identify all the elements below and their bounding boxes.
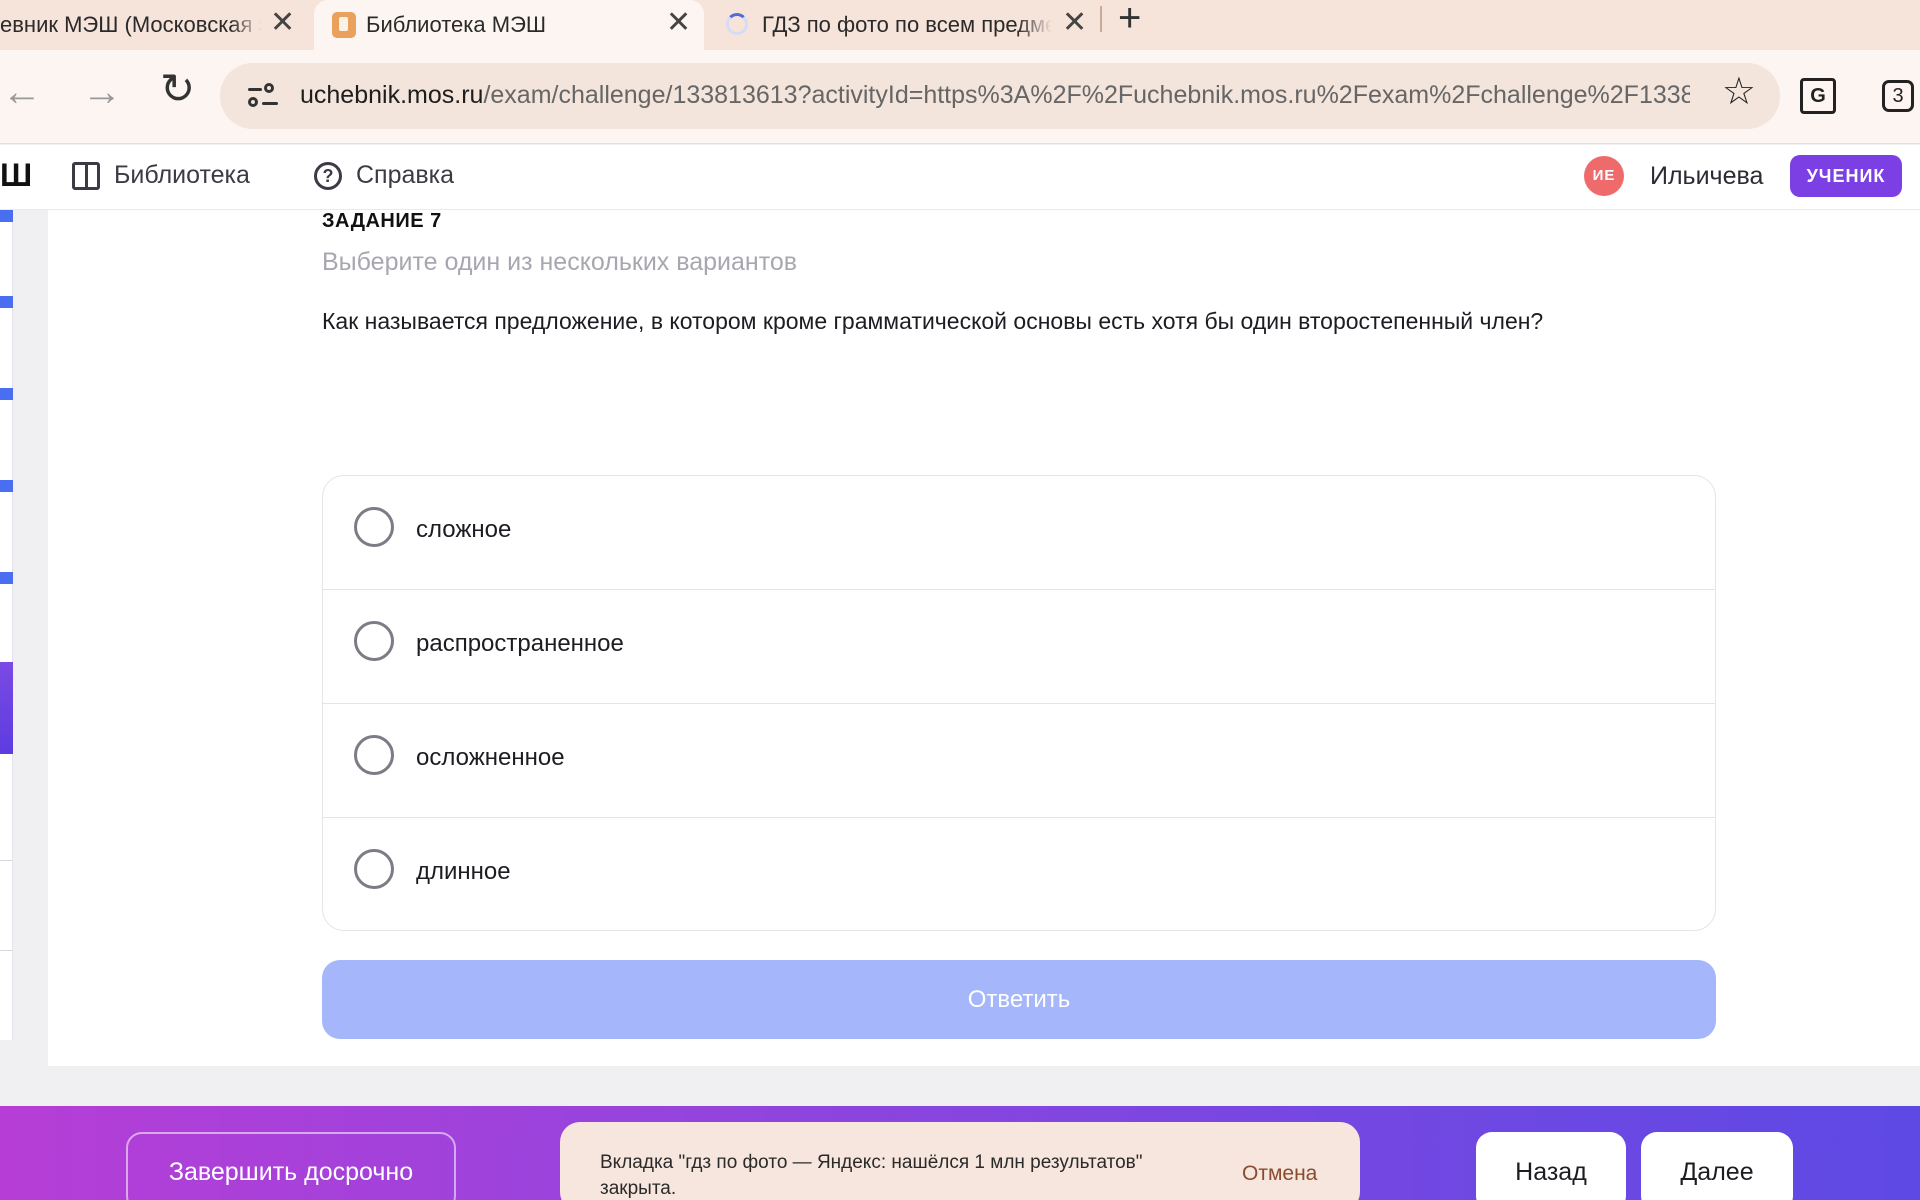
close-tab-icon[interactable]: ✕ [270, 8, 295, 38]
task-marker-answered[interactable] [0, 296, 13, 308]
nav-help[interactable]: ? Справка [314, 161, 454, 190]
nav-library-label: Библиотека [114, 161, 250, 189]
new-tab-button[interactable]: + [1118, 0, 1141, 38]
task-progress-sidebar [0, 210, 13, 1040]
radio-button[interactable] [354, 621, 394, 661]
submit-answer-button[interactable]: Ответить [322, 960, 1716, 1039]
mesh-favicon-icon [332, 12, 356, 38]
nav-library[interactable]: Библиотека [72, 161, 250, 190]
help-icon: ? [314, 161, 342, 190]
task-hint: Выберите один из нескольких вариантов [322, 248, 798, 276]
option-label: длинное [416, 858, 511, 885]
address-bar[interactable]: uchebnik.mos.ru/exam/challenge/133813613… [220, 63, 1780, 129]
back-arrow-icon[interactable]: ← [2, 72, 42, 112]
browser-tab-dnevnik[interactable]: евник МЭШ (Московская э ✕ [0, 0, 312, 50]
finish-early-button[interactable]: Завершить досрочно [126, 1132, 456, 1200]
undo-button[interactable]: Отмена [1242, 1162, 1317, 1186]
browser-tab-biblioteka[interactable]: Библиотека МЭШ ✕ [314, 0, 704, 50]
user-name[interactable]: Ильичева [1650, 162, 1763, 191]
answer-option[interactable]: сложное [323, 476, 1715, 590]
reload-icon[interactable]: ↻ [160, 68, 195, 110]
browser-tab-gdz[interactable]: ГДЗ по фото по всем предмет ✕ [716, 0, 1096, 50]
option-label: осложненное [416, 744, 565, 771]
site-settings-icon[interactable] [248, 83, 278, 109]
radio-button[interactable] [354, 849, 394, 889]
task-question: Как называется предложение, в котором кр… [322, 308, 1544, 334]
tab-title: ГДЗ по фото по всем предмет [762, 12, 1052, 37]
app-header: Ш Библиотека ? Справка ИЕ Ильичева УЧЕНИ… [0, 145, 1920, 210]
browser-tab-strip: евник МЭШ (Московская э ✕ Библиотека МЭШ… [0, 0, 1920, 50]
radio-button[interactable] [354, 735, 394, 775]
book-icon [72, 161, 100, 190]
task-marker-answered[interactable] [0, 572, 13, 584]
task-divider [0, 950, 13, 951]
radio-button[interactable] [354, 507, 394, 547]
task-marker-answered[interactable] [0, 480, 13, 492]
tab-title: евник МЭШ (Московская э [0, 12, 262, 37]
back-button[interactable]: Назад [1476, 1132, 1626, 1200]
answer-options: сложное распространенное осложненное дли… [322, 475, 1716, 931]
translate-icon[interactable]: G [1800, 78, 1836, 114]
browser-toolbar: ← → ↻ uchebnik.mos.ru/exam/challenge/133… [0, 50, 1920, 144]
bookmark-star-icon[interactable]: ☆ [1722, 73, 1756, 111]
answer-option[interactable]: длинное [323, 818, 1715, 930]
task-marker-current[interactable] [0, 662, 13, 754]
next-button[interactable]: Далее [1641, 1132, 1793, 1200]
option-label: распространенное [416, 630, 624, 657]
avatar[interactable]: ИЕ [1584, 156, 1624, 196]
role-badge: УЧЕНИК [1790, 155, 1902, 197]
forward-arrow-icon[interactable]: → [82, 72, 122, 112]
tab-divider [1100, 6, 1102, 32]
mesh-logo[interactable]: Ш [0, 159, 32, 191]
tab-title: Библиотека МЭШ [366, 12, 547, 37]
close-tab-icon[interactable]: ✕ [666, 8, 691, 38]
task-number: ЗАДАНИЕ 7 [322, 210, 442, 232]
answer-option[interactable]: осложненное [323, 704, 1715, 818]
task-divider [0, 860, 13, 861]
nav-help-label: Справка [356, 161, 455, 189]
toast-message: Вкладка "гдз по фото — Яндекс: нашёлся 1… [600, 1152, 1143, 1199]
url-text[interactable]: uchebnik.mos.ru/exam/challenge/133813613… [300, 81, 1690, 110]
answer-option[interactable]: распространенное [323, 590, 1715, 704]
tab-count-button[interactable]: 3 [1882, 80, 1914, 112]
tab-closed-toast: Вкладка "гдз по фото — Яндекс: нашёлся 1… [560, 1122, 1360, 1200]
option-label: сложное [416, 516, 512, 543]
task-marker-answered[interactable] [0, 388, 13, 400]
close-tab-icon[interactable]: ✕ [1062, 8, 1087, 38]
task-marker-answered[interactable] [0, 210, 13, 222]
loading-spinner-icon [726, 13, 748, 35]
